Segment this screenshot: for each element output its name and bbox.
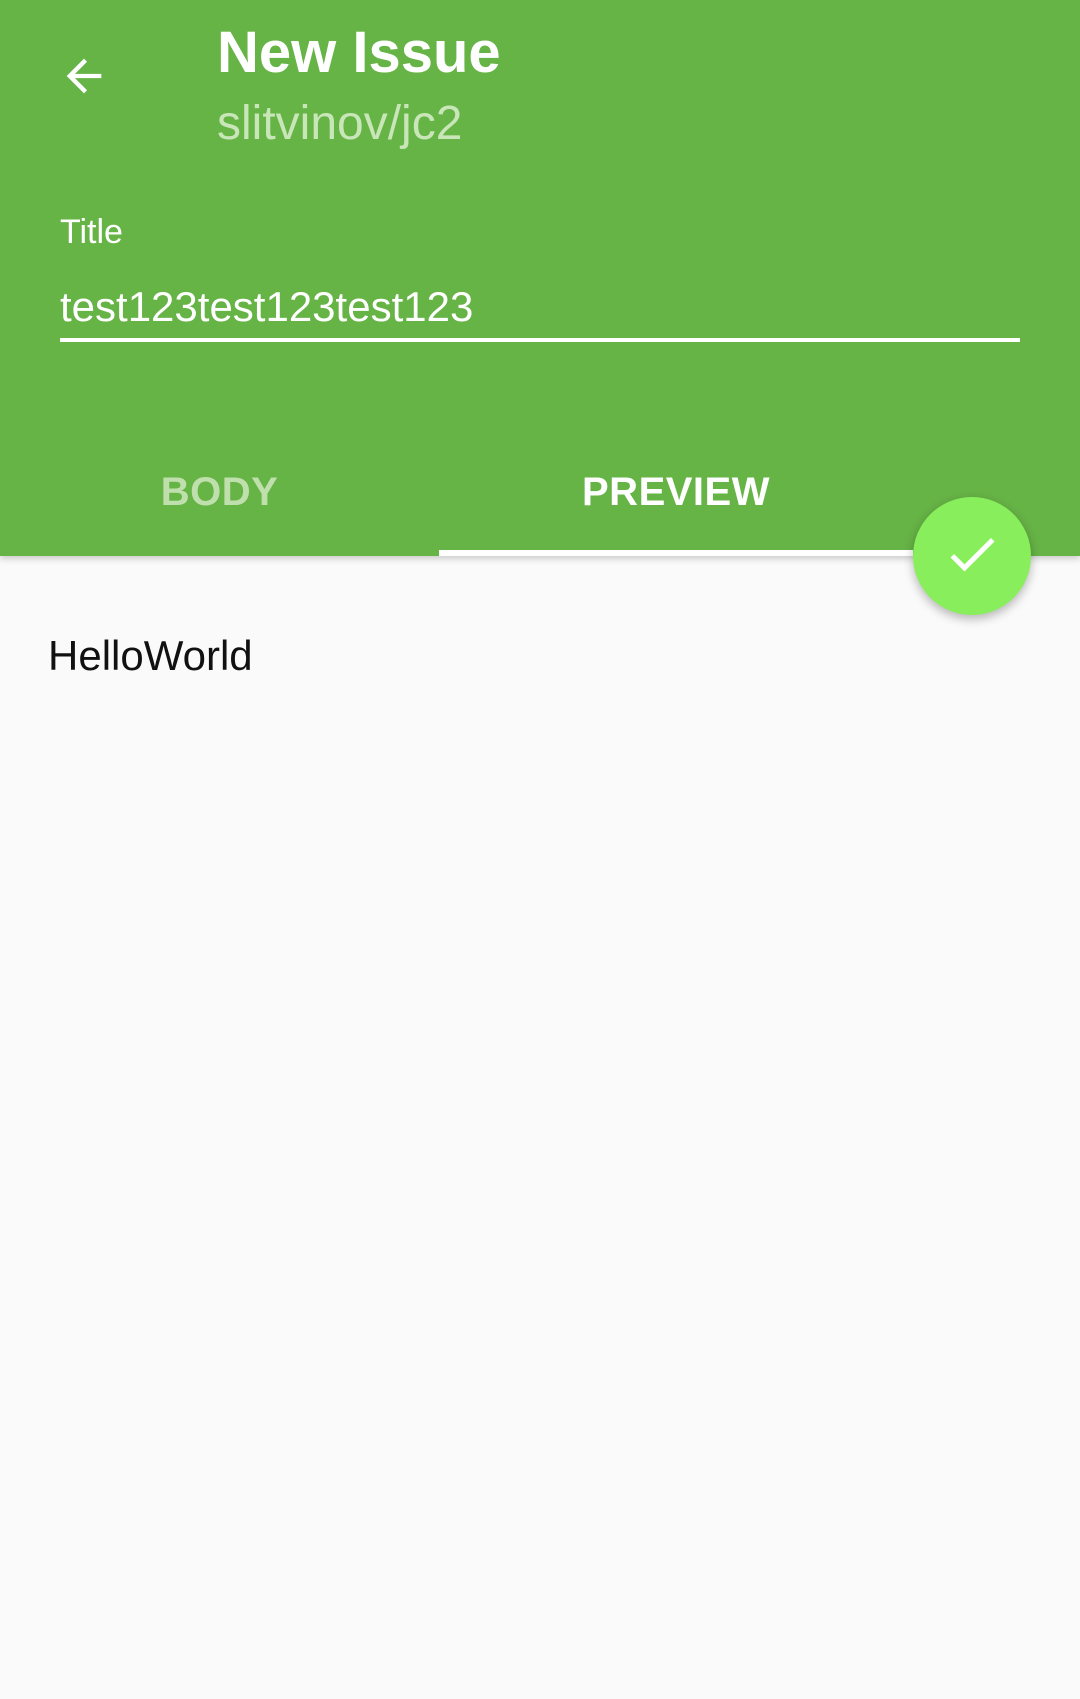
check-icon: [942, 524, 1002, 589]
arrow-left-icon: [58, 50, 110, 107]
submit-fab-button[interactable]: [913, 497, 1031, 615]
tab-indicator: [439, 550, 913, 556]
preview-content: HelloWorld: [48, 632, 253, 679]
page-title: New Issue: [217, 20, 501, 85]
back-button[interactable]: [44, 32, 124, 124]
title-field-label: Title: [60, 213, 123, 251]
tab-body[interactable]: BODY: [0, 440, 439, 556]
app-bar: New Issue slitvinov/jc2 Title BODY PREVI…: [0, 0, 1080, 556]
tab-preview[interactable]: PREVIEW: [439, 440, 913, 556]
repository-subtitle: slitvinov/jc2: [217, 97, 463, 150]
title-input[interactable]: [60, 276, 1020, 342]
